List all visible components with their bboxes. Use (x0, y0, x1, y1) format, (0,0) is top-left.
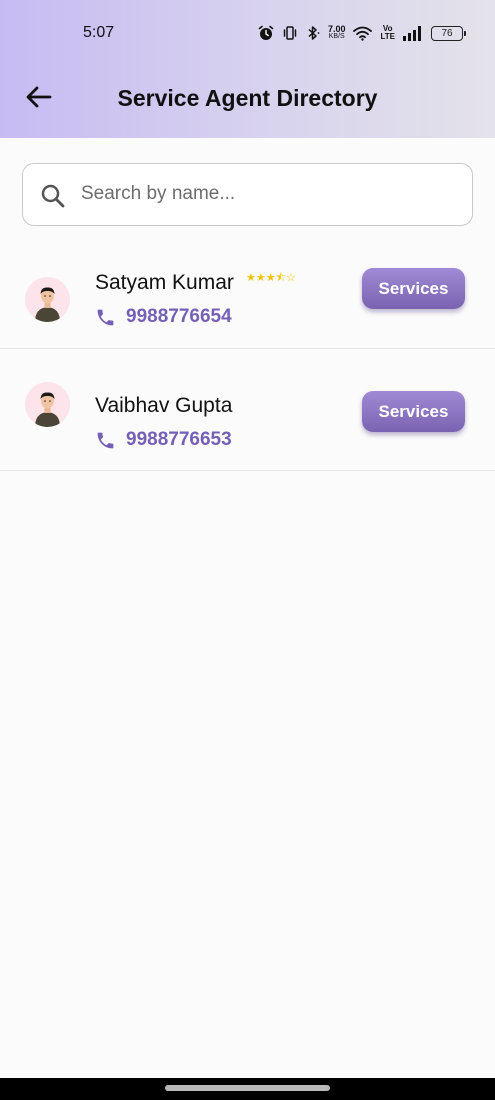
home-indicator[interactable] (165, 1085, 330, 1091)
status-icons: 7.00 KB/S Vo LTE 76 (258, 23, 466, 43)
battery-level: 76 (441, 27, 453, 39)
agent-name: Vaibhav Gupta (95, 394, 233, 417)
bluetooth-icon (308, 26, 320, 40)
agent-row[interactable]: Satyam Kumar ★★★⯪☆ 9988776654 Services (0, 245, 495, 349)
volte-bottom: LTE (380, 32, 395, 41)
services-button[interactable]: Services (362, 391, 465, 432)
signal-icon (403, 25, 421, 41)
agent-row[interactable]: Vaibhav Gupta 9988776653 Services (0, 349, 495, 471)
search-box[interactable] (22, 163, 473, 226)
search-icon (41, 184, 65, 208)
phone-number: 9988776653 (126, 429, 232, 450)
vibrate-icon (283, 26, 297, 40)
phone-link[interactable]: 9988776654 (95, 306, 232, 328)
network-speed-value: 7.00 (327, 24, 346, 34)
person-avatar-icon (35, 392, 60, 427)
wifi-icon (353, 26, 373, 41)
app-header: 5:07 7.00 KB/S Vo LTE 76 Service Agent D… (0, 0, 495, 138)
phone-icon (97, 432, 114, 448)
person-avatar-icon (35, 287, 60, 322)
search-input[interactable] (81, 174, 451, 214)
services-button[interactable]: Services (362, 268, 465, 309)
star-rating: ★★★⯪☆ (246, 272, 296, 284)
phone-link[interactable]: 9988776653 (95, 429, 232, 451)
battery-icon: 76 (431, 25, 466, 41)
network-speed-unit: KB/S (328, 33, 345, 40)
avatar (25, 382, 70, 427)
phone-number: 9988776654 (126, 306, 232, 327)
agent-list: Satyam Kumar ★★★⯪☆ 9988776654 Services V… (0, 245, 495, 471)
volte-indicator: Vo LTE (380, 25, 395, 41)
network-speed: 7.00 KB/S (328, 25, 346, 41)
page-title: Service Agent Directory (117, 85, 378, 111)
alarm-icon (258, 25, 274, 40)
phone-icon (97, 309, 114, 325)
agent-name: Satyam Kumar (95, 271, 234, 294)
status-time: 5:07 (83, 24, 115, 41)
avatar (25, 277, 70, 322)
system-nav-bar (0, 1078, 495, 1100)
status-bar: 5:07 7.00 KB/S Vo LTE 76 (0, 0, 495, 66)
